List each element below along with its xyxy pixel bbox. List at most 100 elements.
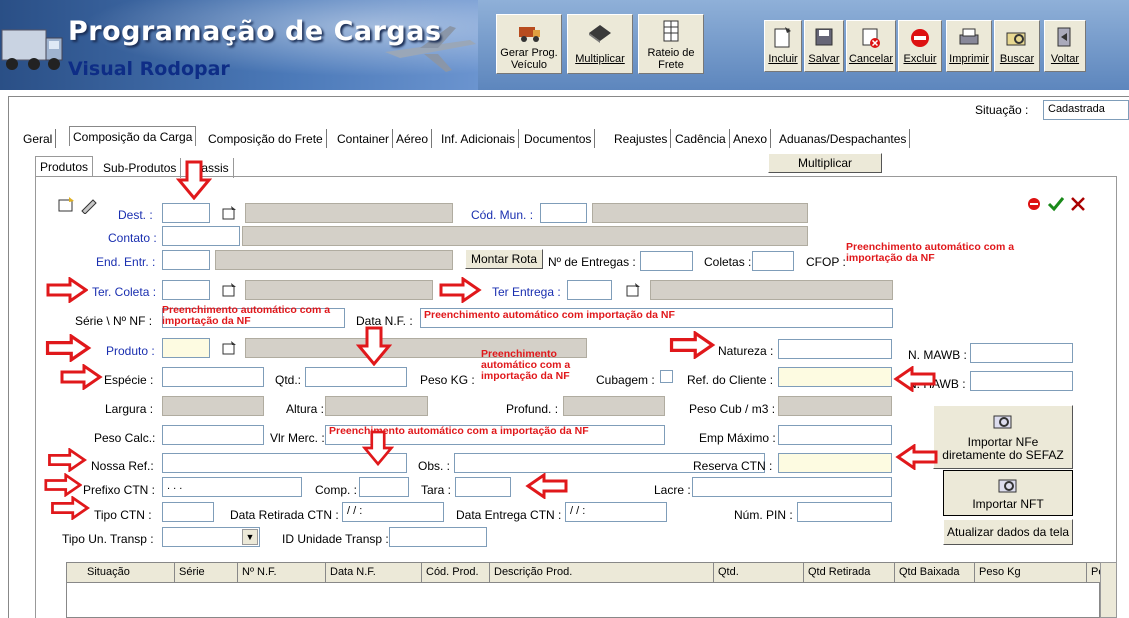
status-field: Cadastrada (1043, 100, 1129, 120)
end-entr-field[interactable] (162, 250, 210, 270)
dest-label: Dest. : (118, 208, 153, 222)
new-document-icon (774, 27, 791, 48)
column-header-qtd-retirada[interactable]: Qtd Retirada (804, 563, 895, 583)
ter-entrega-field[interactable] (567, 280, 612, 300)
buscar-button[interactable]: Buscar (994, 20, 1040, 72)
cfop-note: Preenchimento automático com a importação… (846, 241, 1015, 264)
altura-label: Altura : (286, 402, 325, 416)
right-arrow-icon (46, 277, 88, 303)
tab-inf-adicionais[interactable]: Inf. Adicionais (438, 129, 520, 148)
cubagem-checkbox[interactable] (660, 370, 673, 383)
profund-label: Profund. : (506, 402, 559, 416)
nf-products-grid[interactable]: Situação Série Nº N.F. Data N.F. Cód. Pr… (66, 562, 1101, 618)
prefixo-ctn-field[interactable]: . . . (162, 477, 302, 497)
ter-coleta-field[interactable] (162, 280, 210, 300)
montar-rota-button[interactable]: Montar Rota (465, 249, 543, 269)
tab-cadencia[interactable]: Cadência (672, 129, 730, 148)
peso-kg-note: Preenchimento automático com a importação … (481, 348, 571, 382)
folder-search-icon (998, 479, 1017, 493)
tab-reajustes[interactable]: Reajustes (611, 129, 672, 148)
serie-note: Preenchimento automático com a importação… (162, 304, 331, 327)
tab-aereo[interactable]: Aéreo (393, 129, 433, 148)
n-mawb-field[interactable] (970, 343, 1073, 363)
reserva-ctn-field[interactable] (778, 453, 892, 473)
column-header-situacao[interactable]: Situação (67, 563, 175, 583)
qtd-label: Qtd.: (275, 373, 302, 387)
incluir-button[interactable]: Incluir (764, 20, 802, 72)
lookup-icon[interactable] (222, 282, 238, 298)
id-unidade-label: ID Unidade Transp : (282, 532, 389, 546)
lacre-field[interactable] (692, 477, 892, 497)
coletas-field[interactable] (752, 251, 794, 271)
multiplicar-button[interactable]: Multiplicar (768, 153, 882, 173)
qtd-field[interactable] (305, 367, 407, 387)
down-arrow-icon (176, 160, 212, 200)
tipo-ctn-field[interactable] (162, 502, 214, 522)
excluir-button[interactable]: Excluir (898, 20, 942, 72)
comp-field[interactable] (359, 477, 409, 497)
close-x-icon[interactable] (1069, 195, 1087, 213)
left-arrow-icon (895, 444, 938, 470)
rateio-frete-button[interactable]: Rateio de Frete (638, 14, 704, 74)
importar-nft-button[interactable]: Importar NFT (943, 470, 1073, 516)
column-header-peso-kg[interactable]: Peso Kg (975, 563, 1087, 583)
produto-field[interactable] (162, 338, 210, 358)
comp-label: Comp. : (315, 483, 358, 497)
column-header-qtd[interactable]: Qtd. (714, 563, 804, 583)
data-entrega-field[interactable]: / / : (565, 502, 667, 522)
emp-maximo-field[interactable] (778, 425, 892, 445)
cod-mun-field[interactable] (540, 203, 587, 223)
especie-field[interactable] (162, 367, 264, 387)
data-retirada-field[interactable]: / / : (342, 502, 444, 522)
grid-header: Situação Série Nº N.F. Data N.F. Cód. Pr… (67, 563, 1101, 583)
lookup-icon[interactable] (222, 340, 238, 356)
ref-cliente-field[interactable] (778, 367, 892, 387)
peso-calc-field[interactable] (162, 425, 264, 445)
tab-anexo[interactable]: Anexo (730, 129, 772, 148)
right-arrow-icon (45, 334, 92, 362)
imprimir-button[interactable]: Imprimir (946, 20, 992, 72)
n-hawb-field[interactable] (970, 371, 1073, 391)
tab-geral[interactable]: Geral (20, 129, 57, 148)
tab-composicao-frete[interactable]: Composição do Frete (205, 129, 327, 148)
tab-container[interactable]: Container (334, 129, 394, 148)
dest-field[interactable] (162, 203, 210, 223)
column-header-descricao[interactable]: Descrição Prod. (490, 563, 714, 583)
column-header-n-nf[interactable]: Nº N.F. (238, 563, 326, 583)
lookup-icon[interactable] (222, 205, 238, 221)
cancelar-button[interactable]: Cancelar (846, 20, 896, 72)
importar-nfe-button[interactable]: Importar NFe diretamente do SEFAZ (933, 405, 1073, 469)
column-header-pes[interactable]: Pes (1087, 563, 1101, 583)
salvar-button[interactable]: Salvar (804, 20, 844, 72)
column-header-cod-prod[interactable]: Cód. Prod. (422, 563, 490, 583)
new-item-icon[interactable] (57, 196, 77, 214)
column-header-qtd-baixada[interactable]: Qtd Baixada (895, 563, 975, 583)
natureza-label: Natureza : (718, 344, 774, 358)
edit-item-icon[interactable] (79, 196, 99, 214)
gerar-prog-veiculo-button[interactable]: Gerar Prog. Veículo (496, 14, 562, 74)
atualizar-dados-button[interactable]: Atualizar dados da tela (943, 519, 1073, 545)
app-subtitle: Visual Rodopar (68, 58, 230, 80)
id-unidade-field[interactable] (389, 527, 487, 547)
num-pin-field[interactable] (797, 502, 892, 522)
subtab-sub-produtos[interactable]: Sub-Produtos (99, 158, 182, 178)
multiplicar-toolbar-button[interactable]: Multiplicar (567, 14, 633, 74)
lookup-icon[interactable] (626, 282, 642, 298)
cancel-circle-icon[interactable] (1025, 195, 1043, 213)
voltar-button[interactable]: Voltar (1044, 20, 1086, 72)
grid-scrollbar[interactable] (1100, 562, 1117, 618)
column-header-serie[interactable]: Série (175, 563, 238, 583)
n-entregas-field[interactable] (640, 251, 693, 271)
subtab-produtos[interactable]: Produtos (35, 156, 94, 177)
confirm-check-icon[interactable] (1047, 195, 1065, 213)
natureza-field[interactable] (778, 339, 892, 359)
chevron-down-icon[interactable]: ▼ (242, 529, 258, 545)
contato-field[interactable] (162, 226, 240, 246)
tab-aduanas[interactable]: Aduanas/Despachantes (776, 129, 911, 148)
tara-field[interactable] (455, 477, 511, 497)
tab-composicao-carga[interactable]: Composição da Carga (69, 126, 197, 146)
obs-label: Obs. : (418, 459, 451, 473)
tab-documentos[interactable]: Documentos (521, 129, 596, 148)
data-entrega-label: Data Entrega CTN : (456, 508, 562, 522)
column-header-data-nf[interactable]: Data N.F. (326, 563, 422, 583)
